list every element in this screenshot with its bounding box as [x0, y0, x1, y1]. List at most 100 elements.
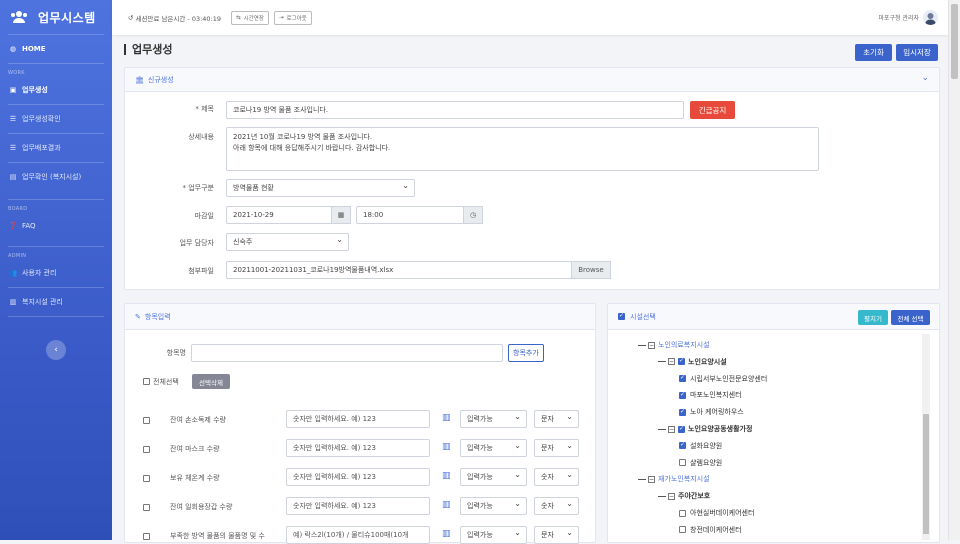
chart-icon[interactable]: ▥ — [442, 471, 451, 481]
sidebar-item-label: FAQ — [22, 222, 36, 230]
facility-checkbox[interactable] — [679, 391, 686, 399]
item-row-mode-select[interactable]: 입력가능 — [460, 497, 527, 515]
tree-node[interactable]: − 노인요양공동생활가정 — [658, 424, 752, 434]
people-logo-icon — [11, 11, 27, 23]
scrollbar-thumb[interactable] — [951, 4, 958, 79]
user-menu[interactable]: 마포구청 관리자 — [878, 10, 938, 25]
page-scrollbar[interactable] — [948, 0, 960, 540]
item-name-input[interactable] — [191, 344, 503, 362]
sidebar-item-confirm[interactable]: ☰ 업무생성확인 — [0, 105, 112, 133]
item-row-checkbox[interactable] — [143, 504, 150, 511]
sidebar-item-faq[interactable]: ❓ FAQ — [0, 212, 112, 240]
calendar-button[interactable]: ▦ — [331, 206, 351, 224]
file-input[interactable]: 20211001-20211031_코로나19방역물품내역.xlsx — [226, 261, 572, 279]
sidebar-item-users[interactable]: 👥 사용자 관리 — [0, 259, 112, 287]
chart-icon[interactable]: ▥ — [442, 500, 451, 510]
delete-selected-button[interactable]: 선택삭제 — [192, 374, 230, 389]
logout-button[interactable]: ⇥ 로그아웃 — [273, 10, 312, 25]
extend-session-button[interactable]: ⇆ 시간연장 — [231, 10, 269, 25]
facility-checkbox[interactable] — [679, 441, 686, 450]
detail-textarea[interactable]: 2021년 10월 코로나19 방역 물품 조사입니다. 아래 항목에 대해 응… — [226, 127, 819, 171]
item-row-type-select[interactable]: 문자 — [534, 410, 579, 428]
brand[interactable]: 업무시스템 — [0, 0, 112, 34]
sidebar-item-home[interactable]: ◍ HOME — [0, 35, 112, 63]
tree-node[interactable]: − 주야간보호 — [658, 491, 710, 501]
tree-node[interactable]: − 노인의료복지시설 — [638, 340, 710, 350]
tree-node[interactable]: 시립서부노인전문요양센터 — [679, 374, 767, 384]
item-row-checkbox[interactable] — [143, 446, 150, 453]
item-row-type-select[interactable]: 문자 — [534, 526, 579, 544]
item-row-value-input[interactable]: 숫자만 입력하세요. 예) 123 — [286, 468, 430, 486]
urgent-notice-button[interactable]: 긴급공지 — [690, 101, 735, 119]
sidebar-item-result[interactable]: ☰ 업무배포결과 — [0, 134, 112, 162]
sidebar-item-create[interactable]: ▣ 업무생성 — [0, 76, 112, 104]
collapse-toggle-icon[interactable]: − — [648, 341, 655, 349]
sidebar-item-facility-check[interactable]: ▤ 업무확인 (복지시설) — [0, 163, 112, 191]
item-row-value-input[interactable]: 숫자만 입력하세요. 예) 123 — [286, 497, 430, 515]
sub-group-checkbox[interactable] — [678, 425, 685, 433]
time-input[interactable]: 18:00 — [356, 206, 464, 224]
session-timer: ↺ 세션만료 남은시간 - 03:40:19 — [128, 13, 221, 23]
item-row-value-input[interactable]: 예) 락스2l(10개) / 물티슈100매(10개 — [286, 526, 430, 544]
facility-checkbox[interactable] — [679, 459, 686, 467]
tree-scrollbar-thumb[interactable] — [923, 414, 929, 534]
tree-node[interactable]: 마포노인복지센터 — [679, 390, 742, 400]
reset-button[interactable]: 초기화 — [855, 44, 892, 61]
extend-label: 시간연장 — [243, 15, 264, 22]
select-all-checkbox[interactable] — [143, 378, 150, 385]
sub-group-checkbox[interactable] — [678, 357, 685, 366]
tree-node[interactable]: 설화요양원 — [679, 441, 722, 451]
date-input[interactable]: 2021-10-29 — [226, 206, 332, 224]
collapse-toggle-icon[interactable]: − — [668, 425, 675, 433]
item-row-mode-select[interactable]: 입력가능 — [460, 439, 527, 457]
type-select[interactable]: 방역물품 현황 — [226, 179, 415, 197]
item-row-checkbox[interactable] — [143, 533, 150, 540]
collapse-toggle-icon[interactable]: − — [668, 492, 675, 500]
item-row-mode-select[interactable]: 입력가능 — [460, 410, 527, 428]
facility-card-header: 시설선택 — [608, 304, 939, 330]
facility-checkbox[interactable] — [679, 509, 686, 517]
sidebar-toggle-button[interactable]: ‹ — [46, 340, 66, 360]
facility-checkbox[interactable] — [679, 408, 686, 416]
item-row-mode-select[interactable]: 입력가능 — [460, 468, 527, 486]
item-row-value-input[interactable]: 숫자만 입력하세요. 예) 123 — [286, 410, 430, 428]
item-row-name: 보유 체온계 수량 — [170, 474, 220, 482]
collapse-toggle-icon[interactable]: − — [648, 475, 655, 483]
item-row-checkbox[interactable] — [143, 417, 150, 424]
tree-node[interactable]: − 노인요양시설 — [658, 357, 727, 367]
tree-node[interactable]: 아현실버데이케어센터 — [679, 508, 754, 518]
select-all-facilities-button[interactable]: 전체 선택 — [891, 310, 930, 325]
item-row-type-select[interactable]: 숫자 — [534, 497, 579, 515]
tree-node[interactable]: 창전데이케어센터 — [679, 525, 742, 535]
tree-node[interactable]: 노아 케어링하우스 — [679, 407, 744, 417]
tree-sub-label: 주야간보호 — [678, 492, 711, 501]
clock-button[interactable]: ◷ — [463, 206, 483, 224]
chevron-down-icon[interactable]: ⌄ — [921, 73, 929, 83]
title-input[interactable]: 코로나19 방역 물품 조사입니다. — [226, 101, 684, 119]
chart-icon[interactable]: ▥ — [442, 413, 451, 423]
chart-icon[interactable]: ▥ — [442, 529, 451, 539]
expand-button[interactable]: 펼치기 — [858, 310, 888, 325]
item-row-type-select[interactable]: 문자 — [534, 439, 579, 457]
facility-checkbox[interactable] — [679, 374, 686, 383]
item-row-value-input[interactable]: 숫자만 입력하세요. 예) 123 — [286, 439, 430, 457]
sidebar-item-label: 업무배포결과 — [22, 144, 61, 152]
sidebar-item-facilities[interactable]: ▥ 복지시설 관리 — [0, 288, 112, 316]
item-row-checkbox[interactable] — [143, 475, 150, 482]
create-card-header[interactable]: 🏛 신규생성 ⌄ — [125, 68, 939, 92]
item-row-mode-select[interactable]: 입력가능 — [460, 526, 527, 544]
list-icon: ☰ — [9, 144, 17, 152]
collapse-toggle-icon[interactable]: − — [668, 358, 675, 366]
facility-check-icon — [618, 312, 625, 320]
chart-icon[interactable]: ▥ — [442, 442, 451, 452]
tree-node[interactable]: 샬렘요양원 — [679, 458, 722, 468]
tree-node[interactable]: − 재가노인복지시설 — [638, 474, 710, 484]
add-item-button[interactable]: 항목추가 — [508, 344, 544, 362]
tree-scrollbar[interactable] — [922, 334, 930, 540]
facility-checkbox[interactable] — [679, 526, 686, 534]
save-temp-button[interactable]: 임시저장 — [896, 44, 938, 61]
manager-select[interactable]: 신숙주 — [226, 233, 349, 251]
item-row-type-select[interactable]: 숫자 — [534, 468, 579, 486]
browse-button[interactable]: Browse — [571, 261, 611, 279]
building-icon: 🏛 — [135, 75, 144, 84]
